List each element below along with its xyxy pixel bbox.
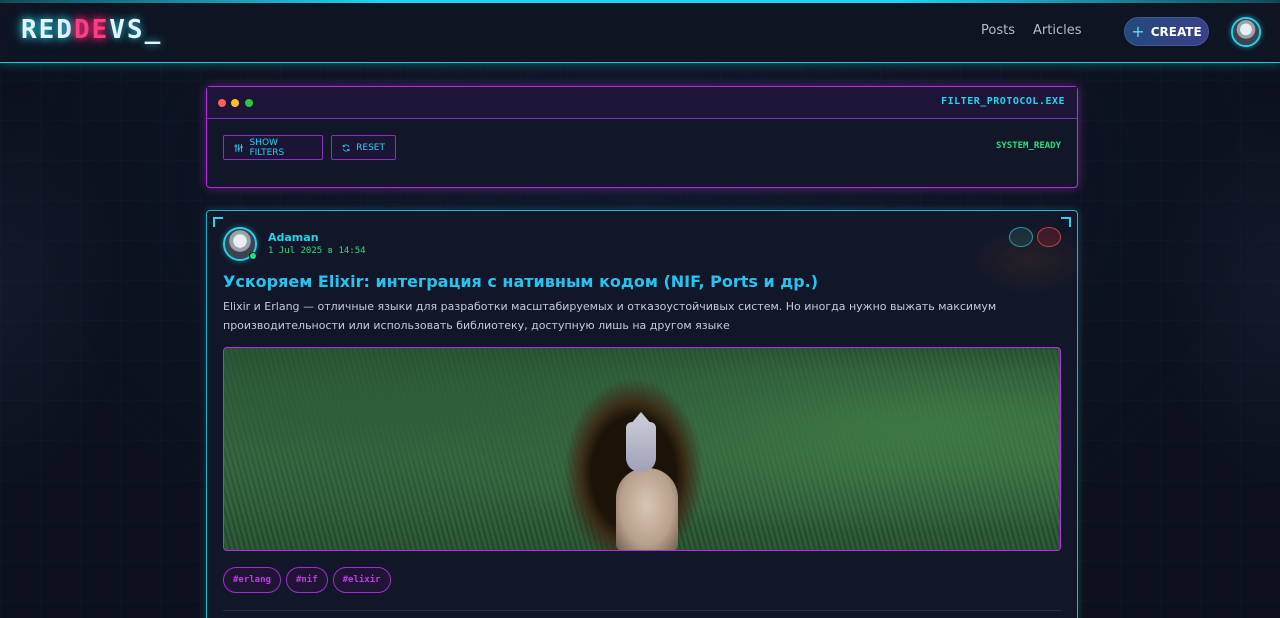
show-filters-label: SHOW FILTERS	[249, 137, 285, 158]
post-title[interactable]: Ускоряем Elixir: интеграция с нативным к…	[223, 272, 818, 291]
post-excerpt: Elixir и Erlang — отличные языки для раз…	[223, 300, 997, 332]
filter-window-titlebar: FILTER_PROTOCOL.EXE	[207, 87, 1077, 119]
logo-text-part1: RED	[21, 15, 74, 45]
post-date: 1 Jul 2025 в 14:54	[268, 246, 366, 256]
sliders-icon	[234, 143, 243, 152]
create-button[interactable]: + CREATE	[1124, 17, 1209, 46]
window-minimize-dot-icon	[231, 99, 239, 107]
nav-link-articles[interactable]: Articles	[1033, 23, 1081, 38]
image-figure-body	[616, 468, 678, 550]
avatar-image	[1233, 19, 1259, 45]
refresh-icon	[342, 143, 350, 152]
window-maximize-dot-icon	[245, 99, 253, 107]
create-button-label: CREATE	[1150, 24, 1202, 39]
post-card[interactable]: Adaman 1 Jul 2025 в 14:54 Ускоряем Elixi…	[206, 210, 1078, 618]
logo-text-part2: DE	[73, 15, 110, 45]
corner-bracket-decoration	[213, 217, 223, 227]
post-cover-image[interactable]	[223, 347, 1061, 551]
logo-text-part3: VS_	[109, 15, 163, 45]
window-close-dot-icon	[218, 99, 226, 107]
filter-panel: FILTER_PROTOCOL.EXE SHOW FILTERS RESET S…	[206, 86, 1078, 188]
tag-chip[interactable]: #erlang	[223, 567, 281, 593]
system-status-text: SYSTEM_READY	[995, 141, 1061, 151]
reset-label: RESET	[356, 142, 385, 153]
post-footer-divider	[223, 610, 1061, 611]
tag-chip[interactable]: #nif	[285, 567, 328, 593]
post-tags: #erlang #nif #elixir	[223, 567, 391, 593]
online-status-indicator	[249, 252, 257, 260]
tag-chip[interactable]: #elixir	[332, 567, 391, 593]
top-navbar: REDDEVS_ Posts Articles + CREATE	[0, 3, 1280, 63]
image-figure-mask	[626, 422, 656, 472]
user-avatar[interactable]	[1231, 17, 1261, 47]
background-glow-left	[0, 90, 120, 490]
show-filters-button[interactable]: SHOW FILTERS	[223, 135, 323, 160]
site-logo[interactable]: REDDEVS_	[21, 15, 162, 45]
background-glow-orange	[970, 225, 1090, 295]
nav-link-posts[interactable]: Posts	[981, 23, 1015, 38]
background-glow-right	[1160, 90, 1280, 490]
reset-button[interactable]: RESET	[331, 135, 396, 160]
filter-window-title: FILTER_PROTOCOL.EXE	[941, 96, 1065, 107]
post-author-name[interactable]: Adaman	[268, 231, 319, 244]
plus-icon: +	[1131, 21, 1145, 41]
